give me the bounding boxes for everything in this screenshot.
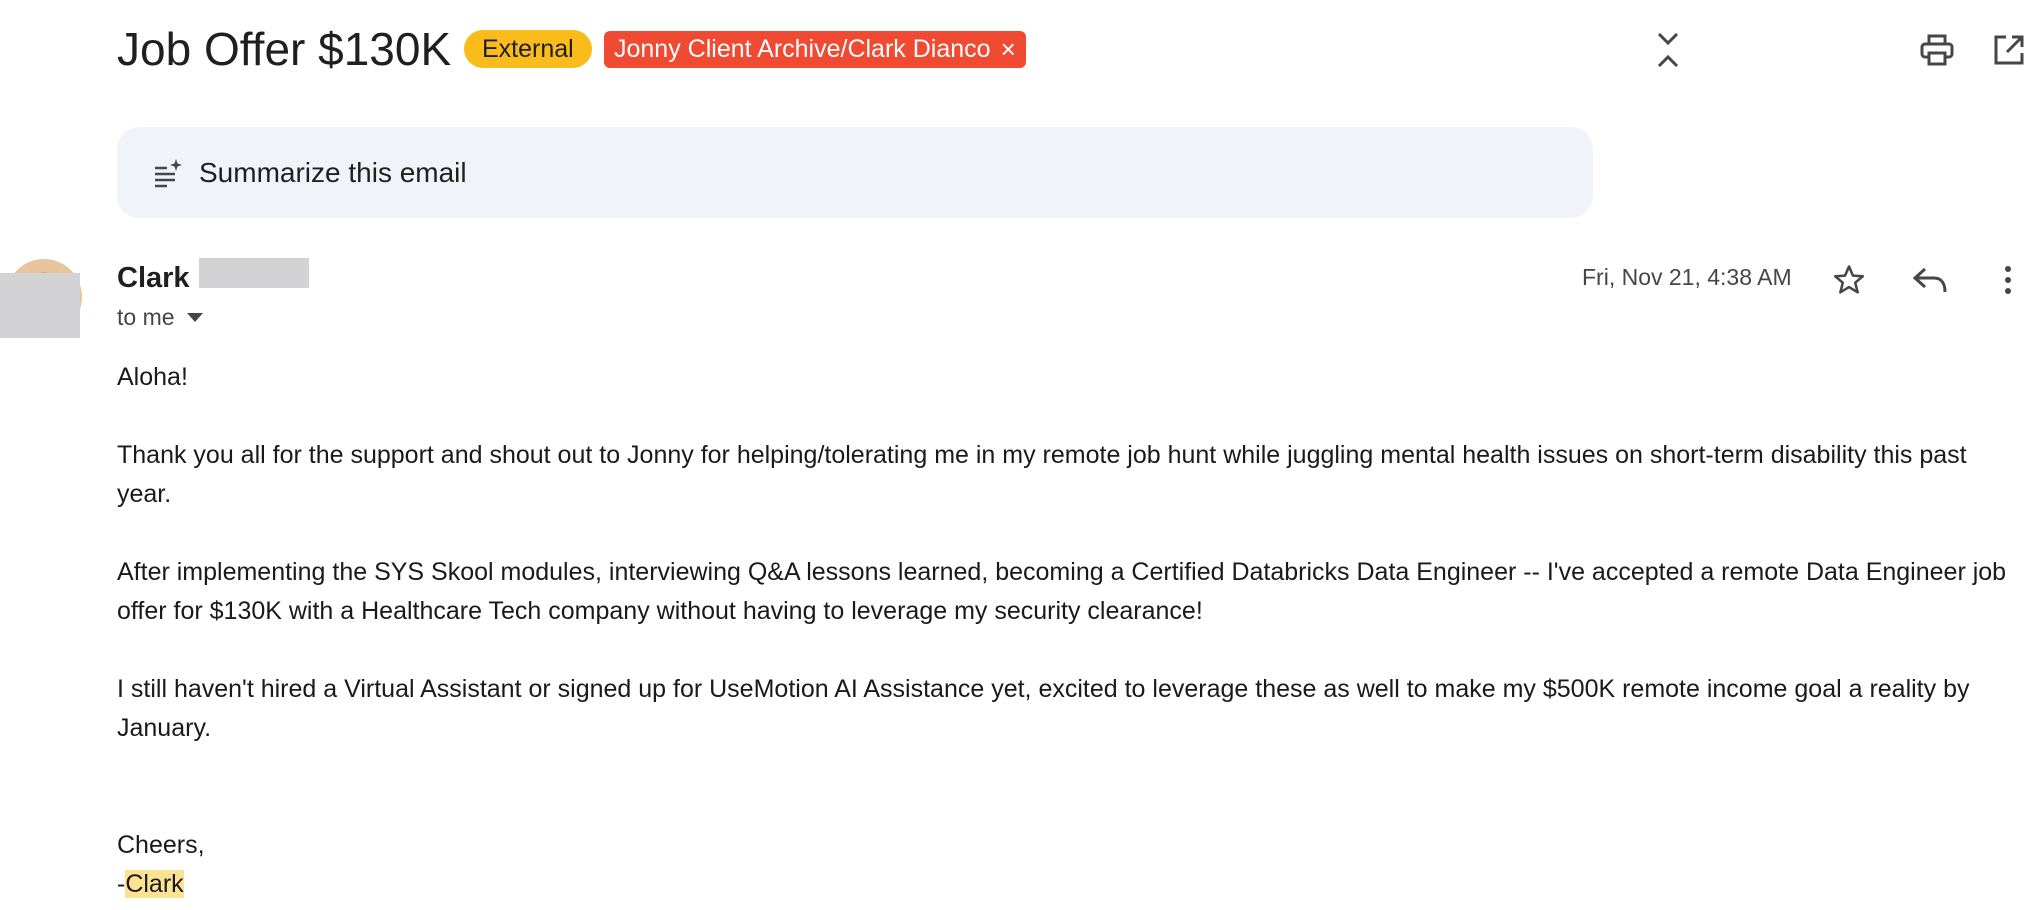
folder-label-chip[interactable]: Jonny Client Archive/Clark Dianco ×: [604, 31, 1026, 68]
signature: -Clark: [117, 865, 2017, 904]
summarize-email-button[interactable]: Summarize this email: [117, 127, 1593, 218]
email-subject: Job Offer $130K: [117, 23, 452, 75]
closing: Cheers,: [117, 831, 205, 859]
folder-label-text: Jonny Client Archive/Clark Dianco: [614, 35, 991, 63]
sender-name[interactable]: Clark: [117, 262, 190, 295]
more-vert-icon[interactable]: [1986, 258, 2030, 302]
body-paragraph: After implementing the SYS Skool modules…: [117, 558, 2007, 625]
summarize-sparkle-icon: [155, 158, 182, 187]
recipient-details-toggle[interactable]: to me: [117, 304, 203, 331]
signature-name: Clark: [125, 870, 184, 898]
greeting: Aloha!: [117, 363, 188, 391]
message-body: Aloha! Thank you all for the support and…: [117, 358, 2017, 904]
avatar-redaction: [0, 273, 80, 338]
body-paragraph: Thank you all for the support and shout …: [117, 441, 1967, 508]
remove-label-icon[interactable]: ×: [1001, 31, 1016, 68]
chevron-down-icon: [186, 313, 203, 322]
print-icon[interactable]: [1917, 28, 1957, 72]
open-in-new-window-icon[interactable]: [1989, 28, 2029, 72]
expand-collapse-icon[interactable]: [1648, 28, 1688, 72]
summarize-label: Summarize this email: [199, 156, 467, 188]
body-paragraph: I still haven't hired a Virtual Assistan…: [117, 675, 1970, 742]
sender-email-redaction: [199, 258, 309, 288]
message-date: Fri, Nov 21, 4:38 AM: [1582, 264, 1792, 290]
star-icon[interactable]: [1827, 258, 1871, 302]
reply-icon[interactable]: [1908, 258, 1952, 302]
external-badge: External: [464, 30, 592, 68]
recipient-label: to me: [117, 304, 175, 330]
